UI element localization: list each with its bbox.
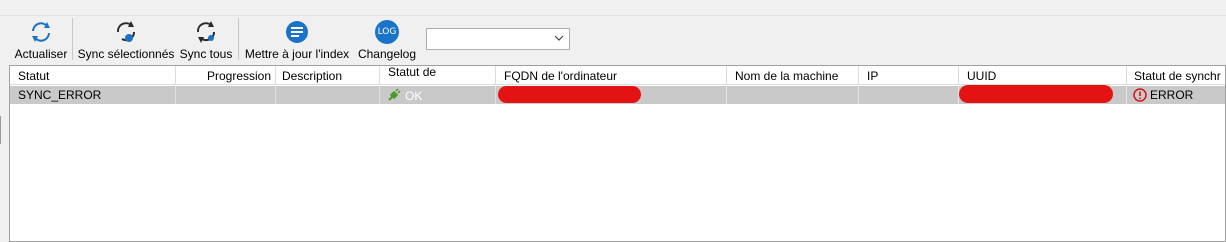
column-header-machine-name[interactable]: Nom de la machine — [727, 66, 859, 85]
column-header-description[interactable]: Description — [276, 66, 380, 85]
refresh-label: Actualiser — [14, 47, 68, 61]
update-index-label: Mettre à jour l'index — [244, 47, 350, 61]
cell-ip — [859, 86, 959, 104]
column-header-fqdn[interactable]: FQDN de l'ordinateur — [496, 66, 727, 85]
column-header-statut-de[interactable]: Statut de — [380, 66, 496, 85]
update-index-icon — [283, 18, 311, 46]
computers-table: Statut Progression Description Statut de… — [9, 65, 1226, 242]
cell-statut-de-text: OK — [405, 89, 423, 103]
table-header: Statut Progression Description Statut de… — [10, 66, 1225, 86]
cell-description — [276, 86, 380, 104]
column-header-progression[interactable]: Progression — [176, 66, 276, 85]
window-top-band — [0, 0, 1226, 16]
changelog-button[interactable]: LOG Changelog — [356, 16, 418, 64]
column-header-statut[interactable]: Statut — [10, 66, 176, 85]
log-icon-text: LOG — [375, 20, 399, 44]
cell-sync-status-text: ERROR — [1150, 88, 1194, 102]
toolbar-separator — [238, 18, 239, 60]
splitter-handle[interactable] — [0, 116, 3, 144]
sync-all-label: Sync tous — [179, 47, 233, 61]
chevron-down-icon — [554, 35, 564, 41]
update-index-button[interactable]: Mettre à jour l'index — [242, 16, 352, 64]
sync-selected-icon — [112, 18, 140, 46]
refresh-button[interactable]: Actualiser — [13, 16, 69, 64]
redaction-mark-uuid — [959, 85, 1113, 103]
redaction-mark-fqdn — [498, 86, 641, 103]
cell-machine-name — [727, 86, 859, 104]
sync-all-icon — [192, 18, 220, 46]
log-icon: LOG — [373, 18, 401, 46]
column-header-ip[interactable]: IP — [859, 66, 959, 85]
column-header-sync-status[interactable]: Statut de synchr — [1127, 66, 1225, 85]
cell-statut: SYNC_ERROR — [10, 86, 176, 104]
cell-progression — [176, 86, 276, 104]
changelog-label: Changelog — [357, 47, 417, 61]
left-panel-edge — [0, 64, 9, 242]
toolbar: Actualiser Sync sélectionnés Sync tous M… — [0, 16, 1226, 64]
refresh-icon — [27, 18, 55, 46]
filter-dropdown[interactable] — [426, 28, 570, 50]
plug-connected-icon — [388, 88, 401, 101]
sync-all-button[interactable]: Sync tous — [178, 16, 234, 64]
sync-selected-button[interactable]: Sync sélectionnés — [78, 16, 174, 64]
error-icon — [1133, 88, 1147, 102]
column-header-uuid[interactable]: UUID — [959, 66, 1127, 85]
cell-sync-status: ERROR — [1127, 86, 1225, 104]
cell-statut-de: OK — [380, 86, 496, 104]
toolbar-separator — [72, 18, 73, 60]
sync-selected-label: Sync sélectionnés — [77, 47, 175, 61]
